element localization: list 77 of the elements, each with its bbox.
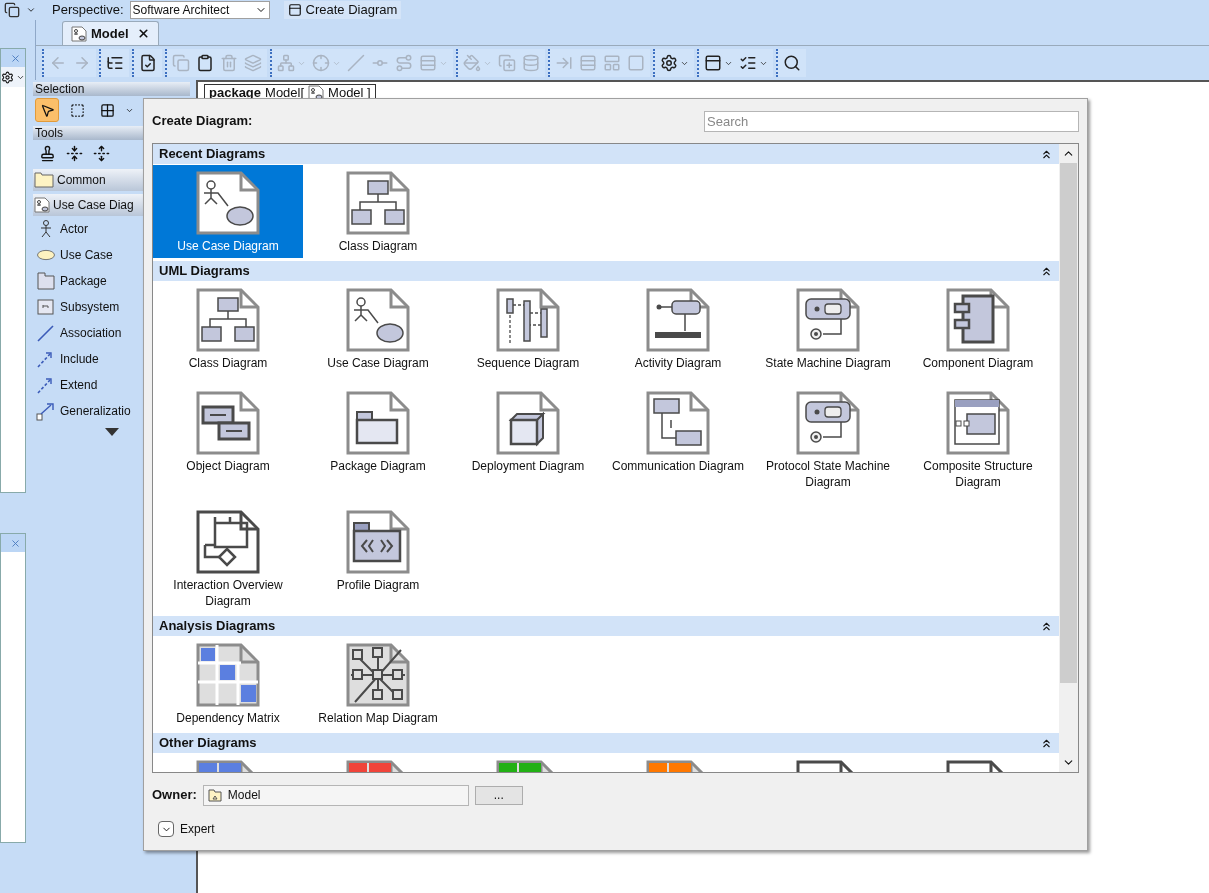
- group-label: Use Case Diag: [53, 197, 134, 214]
- section-header[interactable]: UML Diagrams: [153, 261, 1059, 281]
- perspective-dropdown[interactable]: Software Architect: [129, 1, 270, 19]
- diagram-type-item[interactable]: Class Diagram: [303, 165, 453, 258]
- use-case-diagram-icon: [195, 170, 261, 236]
- expert-label[interactable]: Expert: [180, 820, 215, 838]
- subsystem-icon: [36, 297, 56, 317]
- model-tab[interactable]: Model: [62, 21, 159, 45]
- more-triangle-icon[interactable]: [104, 428, 119, 436]
- diagram-type-item[interactable]: Component Diagram: [903, 282, 1053, 375]
- section-header[interactable]: Recent Diagrams: [153, 144, 1059, 164]
- flow-diagram-icon: [195, 509, 261, 575]
- package-icon: [36, 271, 56, 291]
- matrix-icon: [195, 642, 261, 708]
- pointer-icon[interactable]: [35, 98, 59, 122]
- scrollbar[interactable]: [1059, 144, 1078, 772]
- fold-icon[interactable]: [66, 144, 83, 162]
- diagram-type-item[interactable]: Profile Diagram: [303, 504, 453, 613]
- stamp-icon[interactable]: [39, 144, 56, 162]
- folder-icon: [34, 172, 54, 188]
- diagram-type-item[interactable]: Communication Diagram: [603, 385, 753, 494]
- profile-diagram-icon: [345, 509, 411, 575]
- create-diagram-button[interactable]: Create Diagram: [283, 1, 402, 19]
- check-document-icon[interactable]: [139, 54, 157, 72]
- unfold-icon[interactable]: [93, 144, 110, 162]
- cube-diagram-icon: [495, 390, 561, 456]
- sequence-diagram-icon: [495, 287, 561, 353]
- diagram-type-item[interactable]: Sequence Diagram: [453, 282, 603, 375]
- panel-icon[interactable]: [704, 54, 722, 72]
- communication-diagram-icon: [645, 390, 711, 456]
- state-diagram-icon: [795, 390, 861, 456]
- browse-button[interactable]: ...: [474, 785, 523, 805]
- owner-field[interactable]: Model: [202, 784, 469, 806]
- expand-icon[interactable]: [158, 821, 174, 837]
- use-case-diagram-icon: [345, 287, 411, 353]
- tree-icon[interactable]: [106, 54, 124, 72]
- composite-structure-icon: [945, 390, 1011, 456]
- association-icon: [36, 323, 56, 343]
- settings-icon[interactable]: [660, 54, 678, 72]
- generalization-icon: [36, 401, 56, 421]
- class-diagram-icon: [345, 170, 411, 236]
- copy-icon[interactable]: [4, 2, 20, 18]
- diagram-type-item[interactable]: Interaction Overview Diagram: [153, 504, 303, 613]
- diagram-type-item[interactable]: Use Case Diagram: [303, 282, 453, 375]
- panel-icon: [287, 3, 302, 17]
- perspective-label: Perspective:: [52, 1, 124, 20]
- diagram-type-item[interactable]: Composite Structure Diagram: [903, 385, 1053, 494]
- owner-label: Owner:: [152, 786, 197, 805]
- close-icon[interactable]: [136, 27, 150, 40]
- state-diagram-icon: [795, 287, 861, 353]
- package-diagram-icon: [345, 390, 411, 456]
- group-label: Common: [57, 172, 106, 189]
- search-field[interactable]: Search: [704, 110, 1079, 132]
- section-header[interactable]: Other Diagrams: [153, 733, 1059, 753]
- object-diagram-icon: [195, 390, 261, 456]
- relation-map-icon: [345, 642, 411, 708]
- diagram-type-item[interactable]: Deployment Diagram: [453, 385, 603, 494]
- diagram-icon: [71, 25, 87, 42]
- section-header: Selection: [33, 82, 190, 96]
- diagram-icon: [34, 197, 50, 213]
- settings-icon[interactable]: [1, 70, 14, 84]
- caret-icon[interactable]: [26, 5, 36, 15]
- checklist-icon[interactable]: [739, 54, 757, 72]
- section-header[interactable]: Analysis Diagrams: [153, 616, 1059, 636]
- diagram-type-item[interactable]: Protocol State Machine Diagram: [753, 385, 903, 494]
- search-icon[interactable]: [783, 54, 801, 72]
- diagram-type-item[interactable]: Relation Map Diagram: [303, 637, 453, 730]
- diagram-type-item[interactable]: Activity Diagram: [603, 282, 753, 375]
- diagram-type-item[interactable]: Dependency Matrix: [153, 637, 303, 730]
- diagram-type-item[interactable]: Package Diagram: [303, 385, 453, 494]
- class-diagram-icon: [195, 287, 261, 353]
- activity-diagram-icon: [645, 287, 711, 353]
- component-icon: [945, 287, 1011, 353]
- diagram-type-item[interactable]: Use Case Diagram: [153, 165, 303, 258]
- diagram-type-item[interactable]: State Machine Diagram: [753, 282, 903, 375]
- clipboard-icon[interactable]: [196, 54, 214, 72]
- package-icon: [207, 788, 222, 802]
